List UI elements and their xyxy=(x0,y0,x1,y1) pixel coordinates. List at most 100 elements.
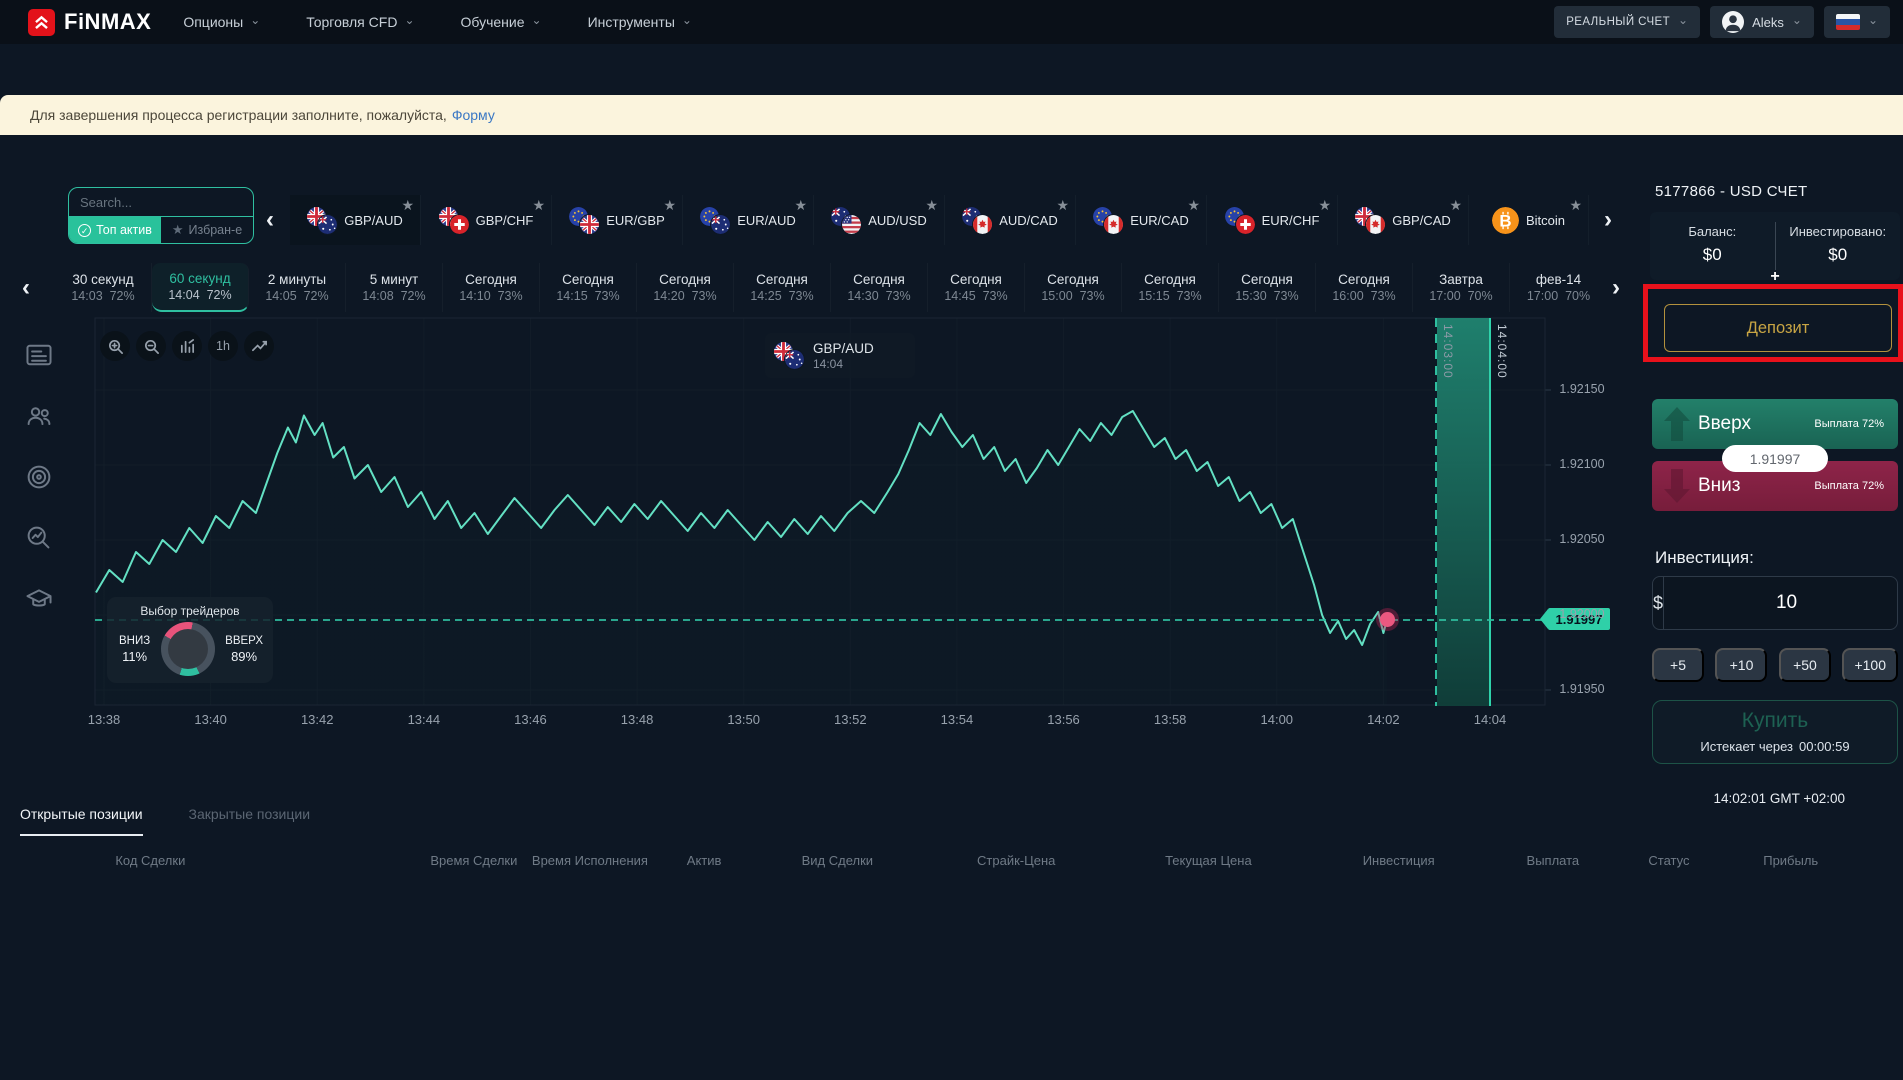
asset-tab-bitcoin[interactable]: BBitcoin★ xyxy=(1469,195,1589,245)
traders-choice-donut xyxy=(161,622,215,676)
search-row xyxy=(69,188,253,216)
left-sidebar xyxy=(24,340,54,614)
asset-tab-eur-chf[interactable]: EUR/CHF★ xyxy=(1207,195,1338,245)
x-axis-tick: 13:58 xyxy=(1154,712,1187,727)
column-header-2: Время Сделки xyxy=(430,853,517,868)
timeframes-scroll-right-icon[interactable]: › xyxy=(1612,274,1620,302)
increment-chip-plus5[interactable]: +5 xyxy=(1652,648,1704,682)
timeframe-12[interactable]: Сегодня15:15 73% xyxy=(1122,263,1219,312)
buy-button[interactable]: Купить Истекает через00:00:59 xyxy=(1652,700,1898,764)
chart-type-icon[interactable] xyxy=(172,331,202,361)
menu-item-1[interactable]: Опционы⌄ xyxy=(183,14,260,30)
investment-input[interactable] xyxy=(1664,577,1903,629)
y-axis-tick: 1.92000 xyxy=(1552,607,1612,621)
trend-icon[interactable] xyxy=(244,331,274,361)
timeframe-3[interactable]: 2 минуты14:05 72% xyxy=(249,263,346,312)
top-assets-toggle[interactable]: ✓ Топ актив xyxy=(69,217,161,243)
timeframe-6[interactable]: Сегодня14:15 73% xyxy=(540,263,637,312)
timeframes-scroll-left-icon[interactable]: ‹ xyxy=(22,274,30,302)
current-price-line xyxy=(95,619,1545,621)
target-icon[interactable] xyxy=(24,462,54,492)
market-analysis-icon[interactable] xyxy=(24,523,54,553)
favorite-star-icon[interactable]: ★ xyxy=(401,197,414,214)
zoom-in-icon[interactable] xyxy=(100,331,130,361)
favorite-star-icon[interactable]: ★ xyxy=(925,197,938,214)
chevron-down-icon: ⌄ xyxy=(1792,17,1802,23)
timeframe-4[interactable]: 5 минут14:08 72% xyxy=(346,263,443,312)
y-axis-tick: 1.91950 xyxy=(1552,682,1612,696)
timeframe-15[interactable]: Завтра17:00 70% xyxy=(1413,263,1510,312)
deposit-button[interactable]: Депозит xyxy=(1664,304,1892,352)
favorite-star-icon[interactable]: ★ xyxy=(1056,197,1069,214)
asset-tab-gbp-chf[interactable]: GBP/CHF★ xyxy=(421,195,552,245)
strike-price-pill: 1.91997 xyxy=(1722,445,1828,472)
timeframe-tabs: 30 секунд14:03 72%60 секунд14:04 72%2 ми… xyxy=(55,263,1607,312)
timeframe-2[interactable]: 60 секунд14:04 72% xyxy=(152,263,249,312)
account-type-button[interactable]: РЕАЛЬНЫЙ СЧЕТ ⌄ xyxy=(1554,6,1700,38)
asset-tab-gbp-cad[interactable]: GBP/CAD★ xyxy=(1338,195,1469,245)
finmax-logo[interactable]: FiNMAX xyxy=(28,9,151,36)
favorite-star-icon[interactable]: ★ xyxy=(1318,197,1331,214)
timeframe-11[interactable]: Сегодня15:00 73% xyxy=(1025,263,1122,312)
timeframe-16[interactable]: фев-1417:00 70% xyxy=(1510,263,1607,312)
assets-scroll-left-icon[interactable]: ‹ xyxy=(266,206,274,234)
x-axis-tick: 13:48 xyxy=(621,712,654,727)
increment-chip-plus10[interactable]: +10 xyxy=(1715,648,1767,682)
tab-open-positions[interactable]: Открытые позиции xyxy=(20,806,143,836)
column-header-11: Прибыль xyxy=(1763,853,1818,868)
timeframe-13[interactable]: Сегодня15:30 73% xyxy=(1219,263,1316,312)
favorite-star-icon[interactable]: ★ xyxy=(1187,197,1200,214)
language-button[interactable]: ⌄ xyxy=(1824,6,1890,38)
favorite-star-icon[interactable]: ★ xyxy=(1569,197,1582,214)
asset-tab-aud-cad[interactable]: AUD/CAD★ xyxy=(945,195,1076,245)
asset-tab-aud-usd[interactable]: AUD/USD★ xyxy=(814,195,945,245)
favorite-star-icon[interactable]: ★ xyxy=(663,197,676,214)
timeframe-14[interactable]: Сегодня16:00 73% xyxy=(1316,263,1413,312)
call-up-button[interactable]: Вверх Выплата 72% xyxy=(1652,399,1898,449)
timeframe-8[interactable]: Сегодня14:25 73% xyxy=(734,263,831,312)
traders-icon[interactable] xyxy=(24,401,54,431)
timeframe-7[interactable]: Сегодня14:20 73% xyxy=(637,263,734,312)
timeframe-1h-button[interactable]: 1h xyxy=(208,331,238,361)
increment-chip-plus100[interactable]: +100 xyxy=(1842,648,1898,682)
asset-tab-eur-aud[interactable]: EUR/AUD★ xyxy=(683,195,814,245)
asset-tab-eur-gbp[interactable]: EUR/GBP★ xyxy=(552,195,683,245)
favorite-star-icon[interactable]: ★ xyxy=(794,197,807,214)
favorites-toggle[interactable]: ★ Избран-е xyxy=(161,217,253,243)
x-axis-tick: 14:00 xyxy=(1260,712,1293,727)
menu-item-2[interactable]: Торговля CFD⌄ xyxy=(306,14,414,30)
timeframe-1[interactable]: 30 секунд14:03 72% xyxy=(55,263,152,312)
positions-tabs: Открытые позиции Закрытые позиции xyxy=(20,806,310,836)
zoom-out-icon[interactable] xyxy=(136,331,166,361)
form-link[interactable]: Форму xyxy=(452,107,495,123)
asset-tab-gbp-aud[interactable]: GBP/AUD★ xyxy=(290,195,421,245)
current-price-dot xyxy=(1380,612,1395,627)
assets-scroll-right-icon[interactable]: › xyxy=(1604,206,1612,234)
user-menu-button[interactable]: Aleks ⌄ xyxy=(1710,6,1814,38)
asset-tab-eur-cad[interactable]: EUR/CAD★ xyxy=(1076,195,1207,245)
chart-overlays: 1h GBP/AUD 14:04 14:03:00 14:04:00 Выбор… xyxy=(0,0,1903,1080)
column-header-6: Страйк-Цена xyxy=(977,853,1055,868)
chevron-down-icon: ⌄ xyxy=(1678,17,1688,23)
education-icon[interactable] xyxy=(24,584,54,614)
up-payout: Выплата 72% xyxy=(1814,418,1884,430)
favorite-star-icon[interactable]: ★ xyxy=(532,197,545,214)
timeframe-10[interactable]: Сегодня14:45 73% xyxy=(928,263,1025,312)
timeframe-9[interactable]: Сегодня14:30 73% xyxy=(831,263,928,312)
purchase-deadline-label: 14:03:00 xyxy=(1441,324,1455,379)
favorite-star-icon[interactable]: ★ xyxy=(1449,197,1462,214)
portfolio-icon[interactable] xyxy=(24,340,54,370)
column-header-10: Статус xyxy=(1648,853,1689,868)
tab-closed-positions[interactable]: Закрытые позиции xyxy=(189,806,310,836)
x-axis-tick: 13:44 xyxy=(408,712,441,727)
asset-tab-ripple[interactable]: Ripple★ xyxy=(1589,195,1600,245)
x-axis-tick: 13:38 xyxy=(88,712,121,727)
x-axis-tick: 13:54 xyxy=(941,712,974,727)
search-input[interactable] xyxy=(80,195,254,210)
increment-chip-plus50[interactable]: +50 xyxy=(1779,648,1831,682)
menu-item-4[interactable]: Инструменты⌄ xyxy=(588,14,692,30)
menu-item-3[interactable]: Обучение⌄ xyxy=(461,14,542,30)
timeframe-5[interactable]: Сегодня14:10 73% xyxy=(443,263,540,312)
traders-choice-up: ВВЕРХ 89% xyxy=(225,635,263,664)
y-axis-tick: 1.92100 xyxy=(1552,457,1612,471)
